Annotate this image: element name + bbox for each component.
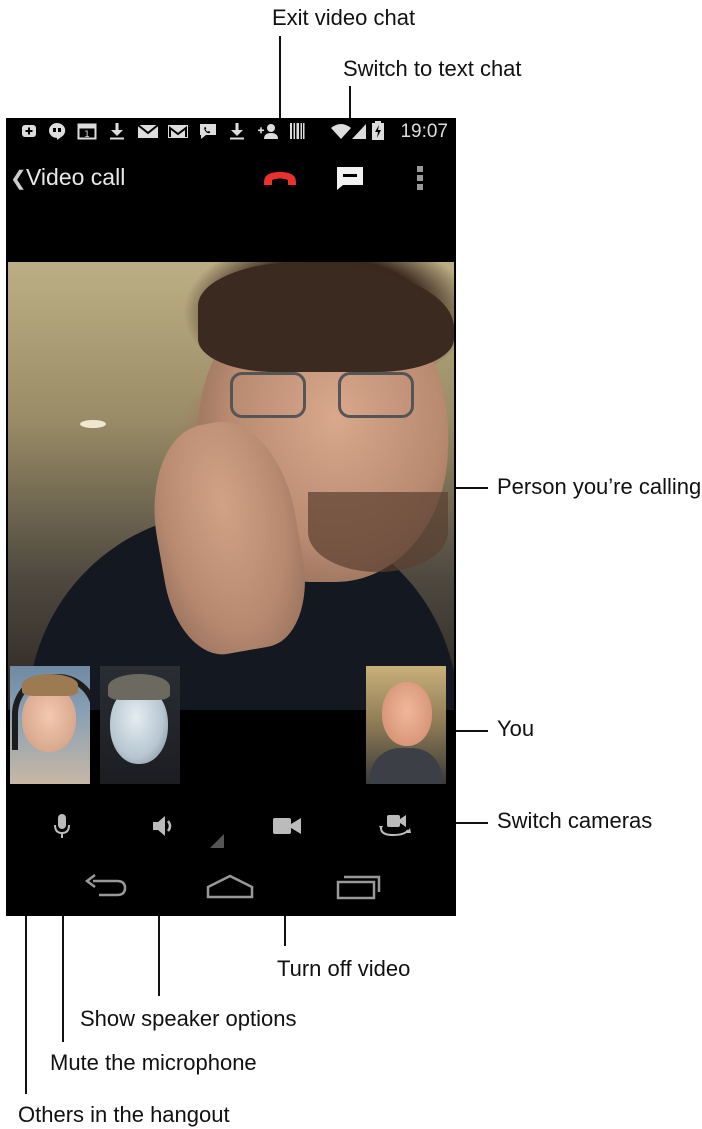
speaker-options-button[interactable] <box>144 806 184 846</box>
switch-camera-icon <box>379 815 411 837</box>
recent-apps-button[interactable] <box>330 866 386 906</box>
signal-icon <box>350 123 368 139</box>
calendar-icon: 1 <box>76 123 98 140</box>
microphone-icon <box>54 814 70 838</box>
barcode-icon <box>288 123 306 139</box>
callout-show-speaker-options: Show speaker options <box>80 1006 297 1031</box>
up-navigation[interactable]: ❮ Video call <box>6 154 136 202</box>
video-camera-icon <box>273 818 301 834</box>
self-view-thumbnail[interactable] <box>366 666 446 784</box>
recent-apps-icon <box>336 875 381 900</box>
mail-icon <box>136 123 160 139</box>
participant-2-hair-shape <box>108 674 170 700</box>
remote-glasses-right <box>338 372 414 418</box>
remote-glasses-left <box>230 372 306 418</box>
home-icon <box>206 874 254 899</box>
home-button[interactable] <box>202 866 258 906</box>
mute-microphone-button[interactable] <box>42 806 82 846</box>
wifi-icon <box>330 123 352 139</box>
back-button[interactable] <box>78 866 134 906</box>
gmail-icon <box>166 123 190 139</box>
calendar-day: 1 <box>84 130 90 140</box>
download-icon <box>108 123 126 140</box>
phone-screen: 1 19:07 ❮ Video call <box>6 118 456 916</box>
status-time: 19:07 <box>400 121 448 142</box>
add-icon <box>20 123 38 139</box>
remote-hair-shape <box>198 262 454 372</box>
back-icon <box>84 874 127 897</box>
callout-exit-video-chat: Exit video chat <box>272 5 416 30</box>
call-controls <box>6 802 456 852</box>
download-icon <box>228 123 246 140</box>
callout-you: You <box>497 716 535 741</box>
callout-person-calling: Person you’re calling <box>497 474 702 499</box>
participant-thumbnail-2[interactable] <box>100 666 180 784</box>
callout-switch-cameras: Switch cameras <box>497 808 653 833</box>
hangouts-icon <box>46 122 68 140</box>
remote-video <box>8 262 454 710</box>
action-bar: ❮ Video call <box>6 154 456 202</box>
callout-switch-to-text-chat: Switch to text chat <box>343 56 522 81</box>
remote-beard-shape <box>308 492 448 572</box>
end-call-button[interactable] <box>256 160 304 196</box>
callout-turn-off-video: Turn off video <box>277 956 411 981</box>
status-bar: 1 19:07 <box>6 118 456 146</box>
page-title: Video call <box>26 164 126 190</box>
text-chat-button[interactable] <box>326 160 374 196</box>
battery-charging-icon <box>370 121 386 140</box>
switch-cameras-button[interactable] <box>374 806 416 846</box>
end-call-icon <box>264 172 296 185</box>
ceiling-light-shape <box>80 420 106 428</box>
callout-mute-microphone: Mute the microphone <box>50 1050 257 1075</box>
chevron-left-icon: ❮ <box>10 168 27 190</box>
add-contact-icon <box>256 123 280 139</box>
participant-thumbnail-1[interactable] <box>10 666 90 784</box>
speaker-dropdown-indicator <box>210 834 224 848</box>
navigation-bar <box>6 858 456 914</box>
self-view-shirt-shape <box>370 748 442 784</box>
participant-1-hair-shape <box>22 674 78 696</box>
phone-msg-icon <box>197 123 219 139</box>
overflow-menu-button[interactable] <box>402 160 438 196</box>
turn-off-video-button[interactable] <box>267 806 307 846</box>
callout-others-in-hangout: Others in the hangout <box>18 1102 230 1127</box>
more-vert-icon <box>417 166 423 190</box>
self-view-face-shape <box>382 682 432 746</box>
speaker-icon <box>153 816 172 836</box>
chat-bubble-icon <box>337 167 363 190</box>
